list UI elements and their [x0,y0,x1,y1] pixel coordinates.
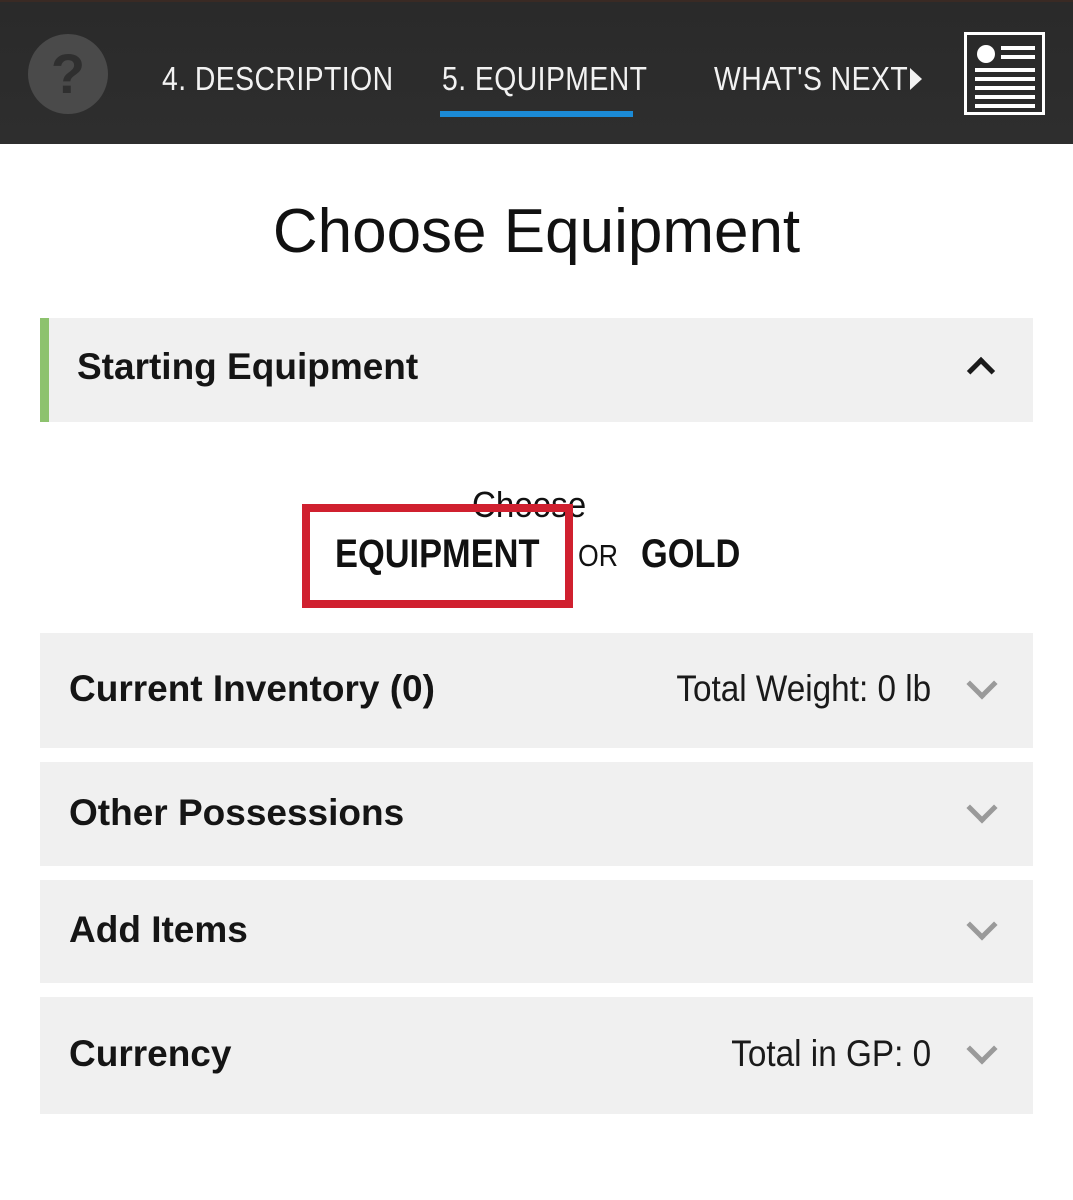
choose-label: Choose [472,484,587,525]
starting-equipment-title: Starting Equipment [77,346,419,387]
top-navigation: ? 4. DESCRIPTION 5. EQUIPMENT WHAT'S NEX… [0,0,1073,144]
add-items-header[interactable]: Add Items [40,880,1033,983]
tab-whats-next[interactable]: WHAT'S NEXT [714,2,908,146]
chevron-down-icon [966,668,998,700]
question-icon: ? [50,42,86,105]
page-title: Choose Equipment [272,197,801,266]
total-gp-label: Total in GP: 0 [731,1033,931,1074]
gold-option-button[interactable]: GOLD [641,532,740,577]
starting-equipment-header[interactable]: Starting Equipment [40,318,1033,422]
sheet-icon-line [975,86,1035,90]
sheet-icon-line [975,68,1035,72]
chevron-down-icon [966,1033,998,1065]
sheet-icon-line [1001,55,1035,59]
current-inventory-title: Current Inventory (0) [69,668,435,709]
sheet-icon-dot [977,45,995,63]
other-possessions-header[interactable]: Other Possessions [40,762,1033,866]
active-tab-indicator [440,111,633,117]
sheet-icon-line [1001,46,1035,50]
sheet-icon-line [975,95,1035,99]
chevron-down-icon [966,909,998,941]
currency-header[interactable]: Currency Total in GP: 0 [40,997,1033,1114]
sheet-icon-line [975,104,1035,108]
total-weight-label: Total Weight: 0 lb [676,668,931,709]
add-items-title: Add Items [69,909,248,950]
help-button[interactable]: ? [28,34,108,114]
chevron-down-icon [966,792,998,824]
sheet-icon-line [975,77,1035,81]
chevron-up-icon [966,356,996,386]
other-possessions-title: Other Possessions [69,792,405,833]
triangle-right-icon [910,68,922,90]
equipment-option-button[interactable]: EQUIPMENT [335,532,540,577]
current-inventory-header[interactable]: Current Inventory (0) Total Weight: 0 lb [40,633,1033,748]
currency-title: Currency [69,1033,232,1074]
tab-equipment[interactable]: 5. EQUIPMENT [442,2,647,146]
character-sheet-button[interactable] [964,32,1045,115]
or-separator: OR [578,538,618,573]
tab-description[interactable]: 4. DESCRIPTION [162,2,394,146]
